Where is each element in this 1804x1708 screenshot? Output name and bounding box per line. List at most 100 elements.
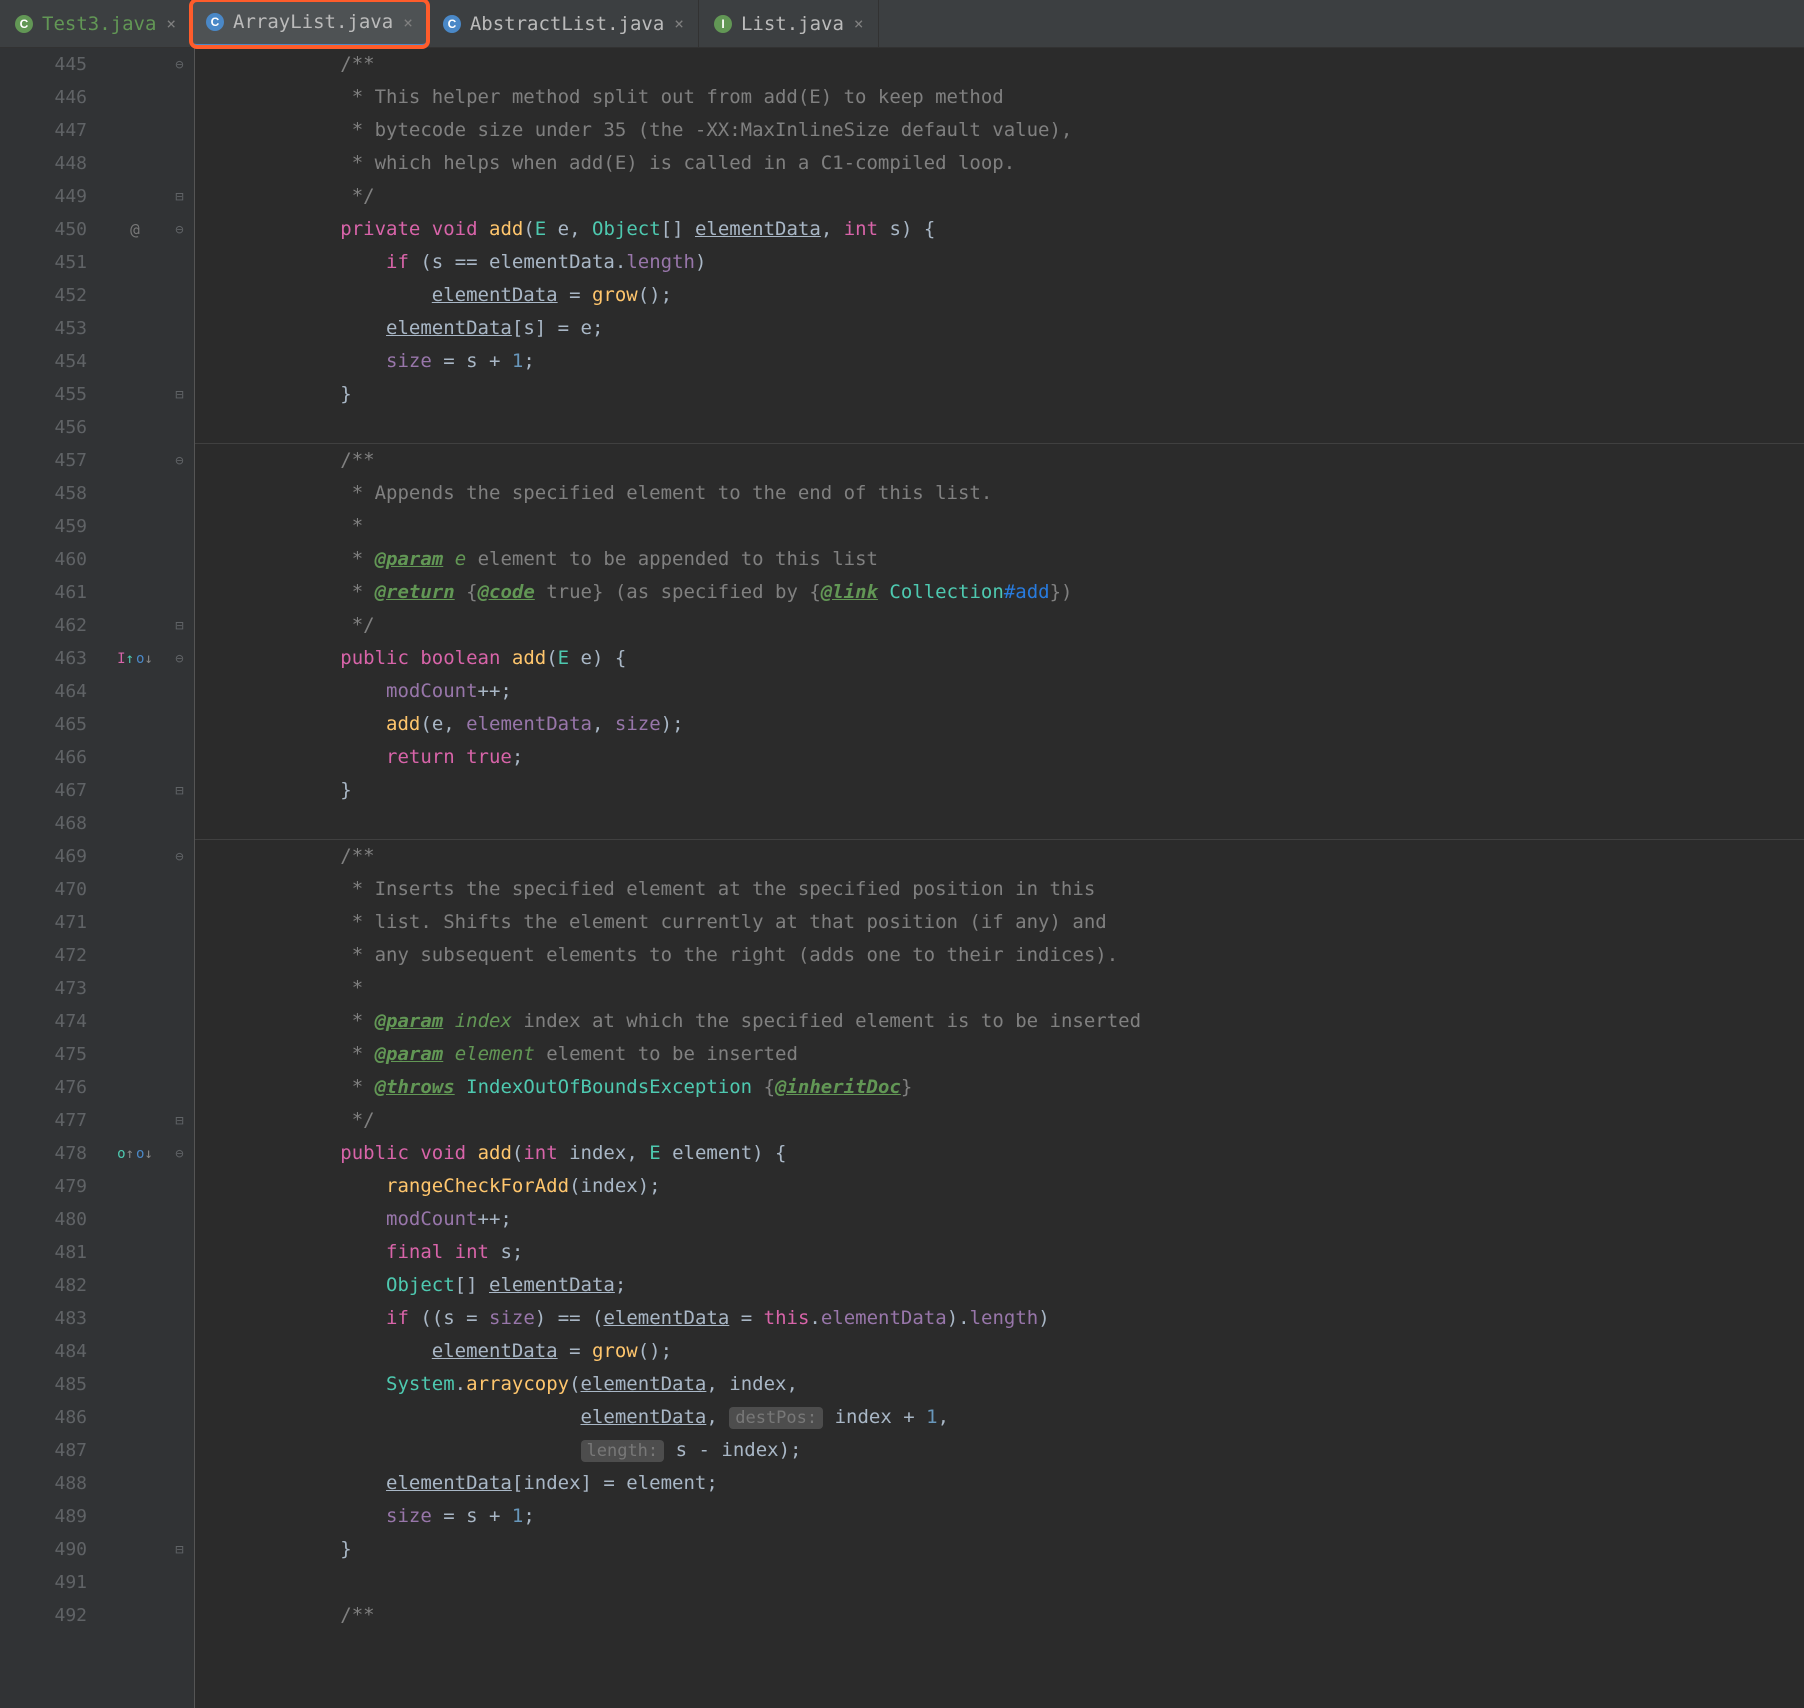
fold-marker[interactable]: ⊟: [165, 609, 194, 642]
tab-list[interactable]: IList.java×: [699, 0, 879, 47]
code-line[interactable]: * Inserts the specified element at the s…: [203, 873, 1804, 906]
implements-up-icon[interactable]: I↑: [117, 651, 134, 667]
gutter-icon-row: [105, 807, 165, 840]
override-icon[interactable]: o↓: [136, 651, 153, 667]
tab-arraylist[interactable]: CArrayList.java×: [191, 0, 428, 47]
code-line[interactable]: length: s - index);: [203, 1434, 1804, 1467]
code-line[interactable]: [203, 411, 1804, 444]
line-number: 492: [0, 1599, 87, 1632]
code-line[interactable]: * @throws IndexOutOfBoundsException {@in…: [203, 1071, 1804, 1104]
code-line[interactable]: * @return {@code true} (as specified by …: [203, 576, 1804, 609]
code-line[interactable]: * @param e element to be appended to thi…: [203, 543, 1804, 576]
fold-marker: [165, 1434, 194, 1467]
gutter-icon-row: [105, 576, 165, 609]
fold-marker: [165, 1467, 194, 1500]
code-area[interactable]: /** * This helper method split out from …: [195, 48, 1804, 1708]
close-icon[interactable]: ×: [166, 14, 176, 33]
code-line[interactable]: Object[] elementData;: [203, 1269, 1804, 1302]
code-line[interactable]: * Appends the specified element to the e…: [203, 477, 1804, 510]
fold-marker: [165, 411, 194, 444]
line-number: 461: [0, 576, 87, 609]
code-line[interactable]: [203, 807, 1804, 840]
code-line[interactable]: */: [203, 609, 1804, 642]
fold-marker: [165, 1269, 194, 1302]
implements-down-icon[interactable]: o↑: [117, 1146, 134, 1162]
fold-marker[interactable]: ⊟: [165, 1104, 194, 1137]
gutter-icon-row: [105, 444, 165, 477]
fold-marker[interactable]: ⊖: [165, 1137, 194, 1170]
line-number: 478: [0, 1137, 87, 1170]
code-line[interactable]: System.arraycopy(elementData, index,: [203, 1368, 1804, 1401]
gutter-icon-row: [105, 1269, 165, 1302]
code-line[interactable]: * any subsequent elements to the right (…: [203, 939, 1804, 972]
line-number: 481: [0, 1236, 87, 1269]
code-line[interactable]: final int s;: [203, 1236, 1804, 1269]
close-icon[interactable]: ×: [854, 14, 864, 33]
line-number: 447: [0, 114, 87, 147]
code-line[interactable]: *: [203, 510, 1804, 543]
gutter-icon-row: o↑o↓: [105, 1137, 165, 1170]
fold-marker[interactable]: ⊖: [165, 840, 194, 873]
fold-marker[interactable]: ⊖: [165, 213, 194, 246]
gutter-icon-row: [105, 378, 165, 411]
code-line[interactable]: }: [203, 378, 1804, 411]
fold-marker: [165, 1236, 194, 1269]
class-icon: C: [205, 12, 225, 32]
code-line[interactable]: /**: [203, 840, 1804, 873]
code-line[interactable]: * @param element element to be inserted: [203, 1038, 1804, 1071]
code-line[interactable]: public void add(int index, E element) {: [203, 1137, 1804, 1170]
line-number: 468: [0, 807, 87, 840]
code-line[interactable]: modCount++;: [203, 1203, 1804, 1236]
fold-marker[interactable]: ⊖: [165, 444, 194, 477]
code-line[interactable]: elementData = grow();: [203, 1335, 1804, 1368]
code-line[interactable]: /**: [203, 1599, 1804, 1632]
fold-marker[interactable]: ⊟: [165, 774, 194, 807]
line-number: 484: [0, 1335, 87, 1368]
code-line[interactable]: }: [203, 1533, 1804, 1566]
code-line[interactable]: if ((s = size) == (elementData = this.el…: [203, 1302, 1804, 1335]
gutter-icon-row: [105, 1368, 165, 1401]
code-line[interactable]: * list. Shifts the element currently at …: [203, 906, 1804, 939]
fold-marker: [165, 873, 194, 906]
override-icon[interactable]: o↓: [136, 1146, 153, 1162]
close-icon[interactable]: ×: [403, 13, 413, 32]
code-line[interactable]: /**: [203, 48, 1804, 81]
gutter-icon-row: [105, 741, 165, 774]
code-line[interactable]: * which helps when add(E) is called in a…: [203, 147, 1804, 180]
gutter-icon-row: [105, 81, 165, 114]
code-line[interactable]: private void add(E e, Object[] elementDa…: [203, 213, 1804, 246]
code-line[interactable]: *: [203, 972, 1804, 1005]
fold-marker[interactable]: ⊖: [165, 48, 194, 81]
tab-test3[interactable]: CTest3.java×: [0, 0, 191, 47]
gutter-icon-row: [105, 675, 165, 708]
code-line[interactable]: add(e, elementData, size);: [203, 708, 1804, 741]
code-line[interactable]: * @param index index at which the specif…: [203, 1005, 1804, 1038]
code-line[interactable]: elementData[s] = e;: [203, 312, 1804, 345]
code-line[interactable]: public boolean add(E e) {: [203, 642, 1804, 675]
code-line[interactable]: */: [203, 1104, 1804, 1137]
gutter-icon-row: [105, 411, 165, 444]
code-line[interactable]: * This helper method split out from add(…: [203, 81, 1804, 114]
code-line[interactable]: elementData[index] = element;: [203, 1467, 1804, 1500]
at-icon[interactable]: @: [130, 220, 140, 239]
code-line[interactable]: return true;: [203, 741, 1804, 774]
code-line[interactable]: if (s == elementData.length): [203, 246, 1804, 279]
fold-marker[interactable]: ⊟: [165, 378, 194, 411]
code-line[interactable]: size = s + 1;: [203, 1500, 1804, 1533]
fold-marker[interactable]: ⊖: [165, 642, 194, 675]
code-line[interactable]: elementData, destPos: index + 1,: [203, 1401, 1804, 1434]
code-line[interactable]: /**: [203, 444, 1804, 477]
fold-marker[interactable]: ⊟: [165, 180, 194, 213]
code-line[interactable]: */: [203, 180, 1804, 213]
fold-marker: [165, 906, 194, 939]
close-icon[interactable]: ×: [674, 14, 684, 33]
code-line[interactable]: }: [203, 774, 1804, 807]
code-line[interactable]: elementData = grow();: [203, 279, 1804, 312]
code-line[interactable]: [203, 1566, 1804, 1599]
code-line[interactable]: size = s + 1;: [203, 345, 1804, 378]
code-line[interactable]: rangeCheckForAdd(index);: [203, 1170, 1804, 1203]
code-line[interactable]: * bytecode size under 35 (the -XX:MaxInl…: [203, 114, 1804, 147]
code-line[interactable]: modCount++;: [203, 675, 1804, 708]
fold-marker[interactable]: ⊟: [165, 1533, 194, 1566]
tab-abstractlist[interactable]: CAbstractList.java×: [428, 0, 699, 47]
